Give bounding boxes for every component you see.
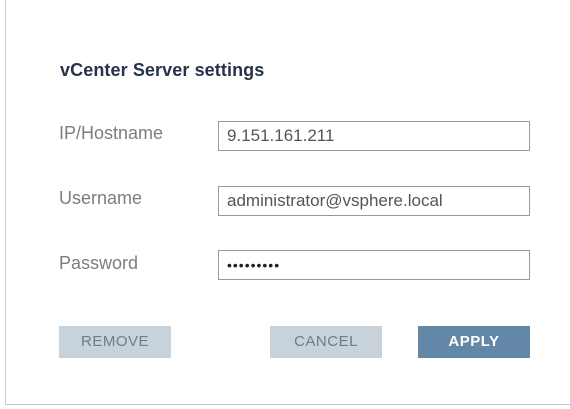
vcenter-settings-dialog: vCenter Server settings IP/Hostname User… xyxy=(5,0,570,405)
username-field[interactable] xyxy=(218,186,530,216)
dialog-title: vCenter Server settings xyxy=(60,60,265,80)
ip-hostname-label: IP/Hostname xyxy=(59,123,164,143)
password-field[interactable]: ••••••••• xyxy=(218,250,530,280)
remove-button[interactable]: REMOVE xyxy=(59,326,171,358)
password-label: Password xyxy=(59,253,139,273)
cancel-button[interactable]: CANCEL xyxy=(270,326,382,358)
apply-button[interactable]: APPLY xyxy=(418,326,530,358)
ip-hostname-field[interactable] xyxy=(218,121,530,151)
username-label: Username xyxy=(59,188,143,208)
